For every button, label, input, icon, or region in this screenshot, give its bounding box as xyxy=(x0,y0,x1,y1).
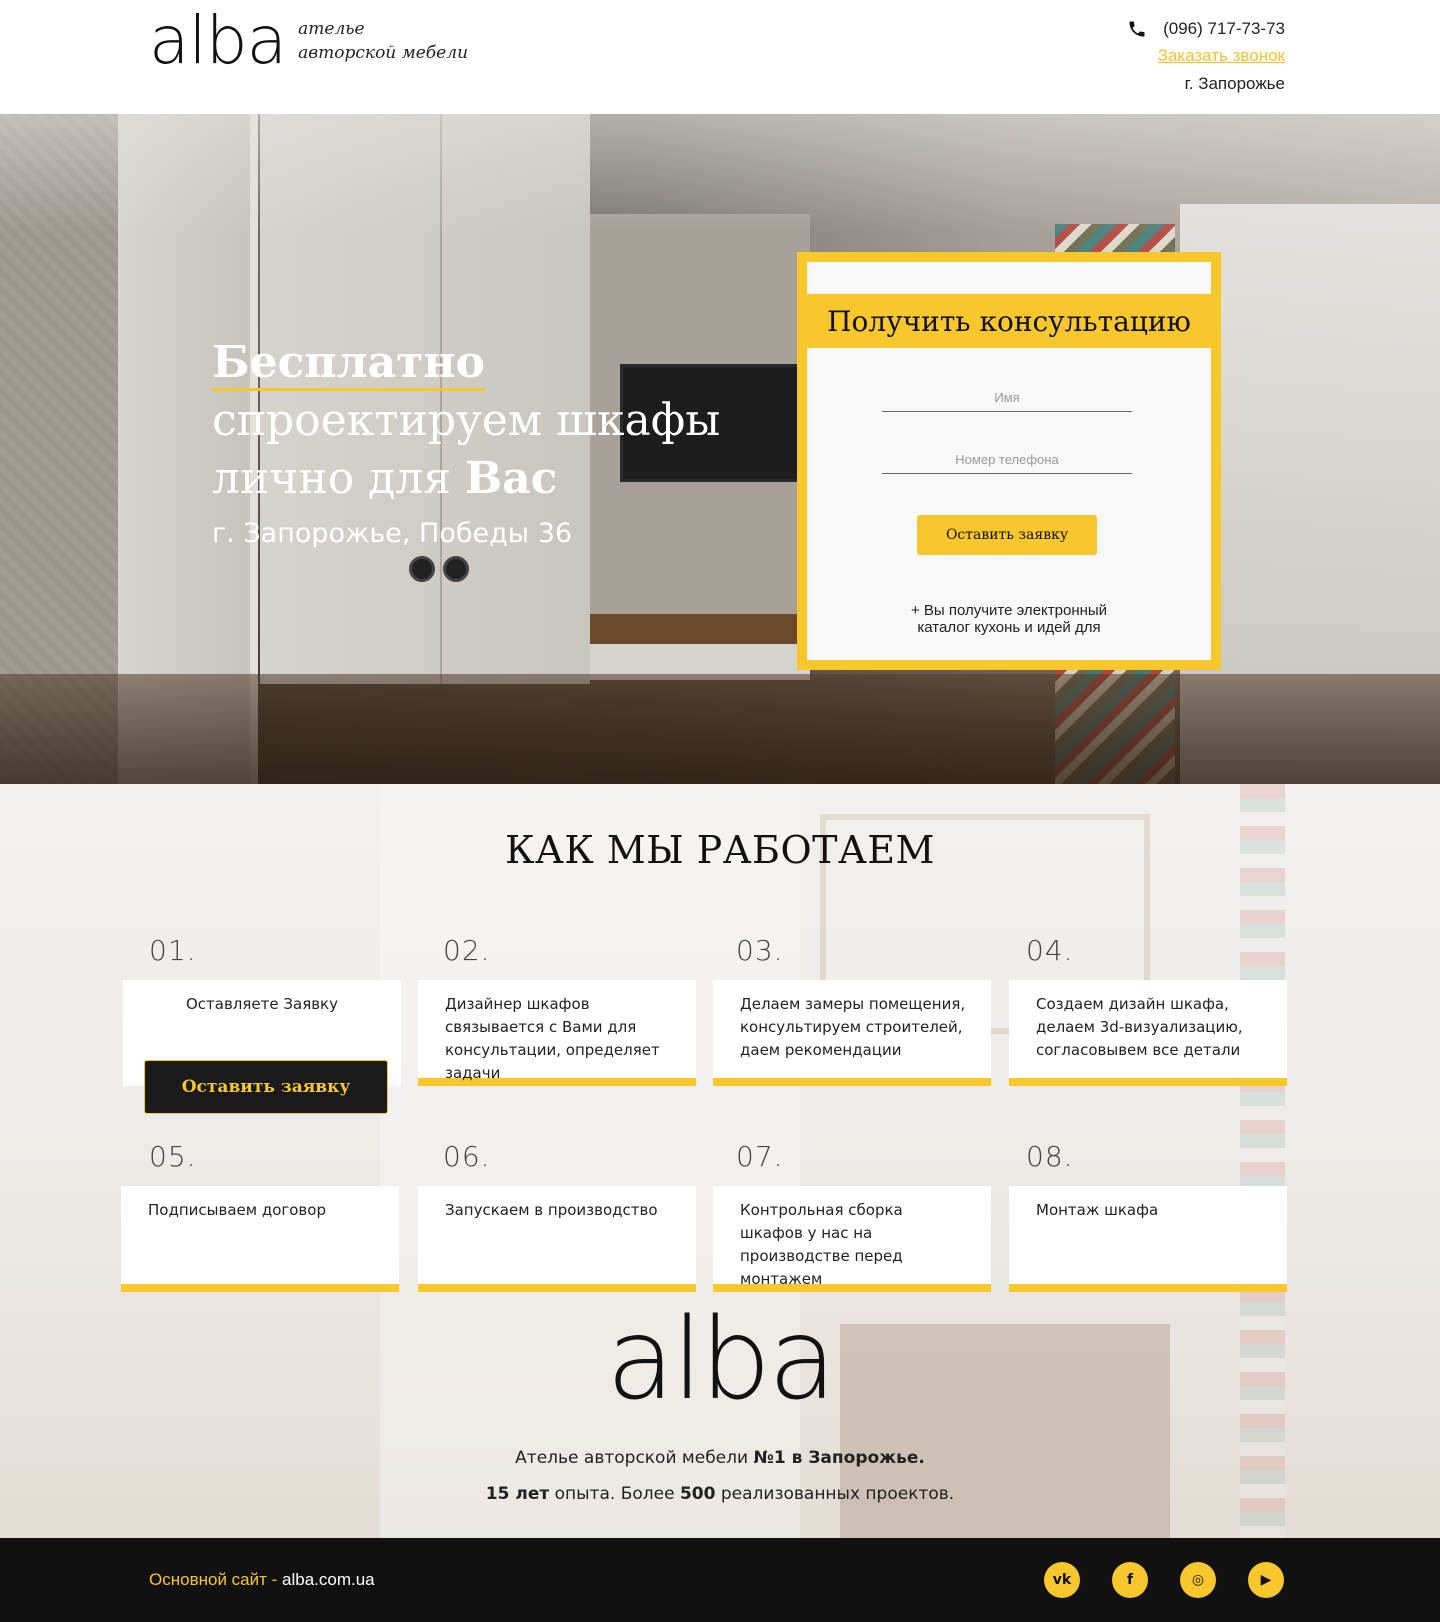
header-contacts: (096) 717-73-73 Заказать звонок г. Запор… xyxy=(1127,16,1285,94)
leave-request-button[interactable]: Оставить заявку xyxy=(144,1060,388,1114)
about-line-1-bold: №1 в Запорожье. xyxy=(753,1448,925,1468)
phone-input[interactable]: Номер телефона xyxy=(882,446,1132,474)
hero-photo-floor xyxy=(0,674,1440,784)
about-line-1: Ателье авторской мебели №1 в Запорожье. xyxy=(0,1448,1440,1468)
step-card: Создаем дизайн шкафа, делаем 3d-визуализ… xyxy=(1009,980,1287,1086)
hero-headline: Бесплатно спроектируем шкафы лично для В… xyxy=(212,334,720,549)
hero-photo-knob xyxy=(443,556,469,582)
step-text: Делаем замеры помещения, консультируем с… xyxy=(740,995,966,1059)
logo-wordmark: alba xyxy=(149,2,287,79)
form-title: Получить консультацию xyxy=(807,294,1211,348)
step-text: Запускаем в производство xyxy=(445,1201,658,1219)
about-line-2: 15 лет опыта. Более 500 реализованных пр… xyxy=(0,1484,1440,1504)
header-city: г. Запорожье xyxy=(1184,74,1285,93)
form-note: + Вы получите электронный каталог кухонь… xyxy=(807,602,1211,636)
about-line-2-mid: опыта. Более xyxy=(549,1484,680,1504)
hero-section: Бесплатно спроектируем шкафы лично для В… xyxy=(0,114,1440,784)
phone-icon xyxy=(1129,21,1145,37)
step-text: Монтаж шкафа xyxy=(1036,1201,1159,1219)
hero-photo-ceiling xyxy=(0,114,1440,234)
step-number: 05. xyxy=(149,1140,197,1173)
consultation-form: Получить консультацию Имя Номер телефона… xyxy=(797,252,1221,670)
form-note-line1: + Вы получите электронный xyxy=(910,602,1108,619)
step-card: Запускаем в производство xyxy=(418,1186,696,1292)
hero-line-2: спроектируем шкафы xyxy=(212,395,721,446)
logo-tagline-line2: авторской мебели xyxy=(298,43,469,63)
vk-icon[interactable]: vk xyxy=(1044,1562,1080,1598)
step-number: 06. xyxy=(443,1140,491,1173)
hero-line-3: лично для Вас xyxy=(212,450,720,508)
step-number: 03. xyxy=(736,934,784,967)
section-title: КАК МЫ РАБОТАЕМ xyxy=(505,828,935,872)
step-card: Подписываем договор xyxy=(121,1186,399,1292)
hero-photo-knob xyxy=(409,556,435,582)
youtube-icon[interactable]: ▶ xyxy=(1248,1562,1284,1598)
step-text: Подписываем договор xyxy=(148,1201,326,1219)
step-text: Дизайнер шкафов связывается с Вами для к… xyxy=(445,995,660,1082)
hero-address: г. Запорожье, Победы 36 xyxy=(212,518,573,549)
step-number: 08. xyxy=(1026,1140,1074,1173)
footer-main-site: Основной сайт - alba.com.ua xyxy=(149,1570,375,1590)
step-number: 01. xyxy=(149,934,197,967)
step-card: Монтаж шкафа xyxy=(1009,1186,1287,1292)
instagram-icon[interactable]: ◎ xyxy=(1180,1562,1216,1598)
form-note-line2: каталог кухонь и идей для xyxy=(917,619,1101,636)
phone-row[interactable]: (096) 717-73-73 xyxy=(1127,16,1285,42)
step-number: 07. xyxy=(736,1140,784,1173)
step-text: Контрольная сборка шкафов у нас на произ… xyxy=(740,1201,903,1288)
step-number: 04. xyxy=(1026,934,1074,967)
step-text: Создаем дизайн шкафа, делаем 3d-визуализ… xyxy=(1036,995,1243,1059)
step-card: Контрольная сборка шкафов у нас на произ… xyxy=(713,1186,991,1292)
hero-photo-desk xyxy=(590,614,810,644)
logo[interactable]: alba ателье авторской мебели xyxy=(149,8,468,74)
about-line-2-suffix: реализованных проектов. xyxy=(715,1484,955,1504)
step-card: Дизайнер шкафов связывается с Вами для к… xyxy=(418,980,696,1086)
site-footer: Основной сайт - alba.com.ua vk f ◎ ▶ xyxy=(0,1538,1440,1622)
facebook-icon[interactable]: f xyxy=(1112,1562,1148,1598)
hero-line-3-bold: Вас xyxy=(464,453,558,504)
logo-tagline-line1: ателье xyxy=(298,19,365,39)
about-line-1-text: Ателье авторской мебели xyxy=(515,1448,754,1468)
about-projects: 500 xyxy=(679,1484,716,1504)
footer-site-link[interactable]: alba.com.ua xyxy=(282,1570,375,1589)
footer-site-label: Основной сайт - xyxy=(149,1570,283,1589)
step-number: 02. xyxy=(443,934,491,967)
callback-link[interactable]: Заказать звонок xyxy=(1127,46,1285,66)
how-we-work-section: КАК МЫ РАБОТАЕМ 01. Оставляете Заявку Ос… xyxy=(0,784,1440,1538)
social-links: vk f ◎ ▶ xyxy=(1044,1562,1284,1598)
hero-line-1: Бесплатно xyxy=(212,338,485,391)
step-text: Оставляете Заявку xyxy=(185,995,338,1013)
hero-line-3-prefix: лично для xyxy=(212,453,465,504)
site-header: alba ателье авторской мебели (096) 717-7… xyxy=(0,0,1440,114)
phone-number: (096) 717-73-73 xyxy=(1163,19,1285,38)
step-card: Делаем замеры помещения, консультируем с… xyxy=(713,980,991,1086)
about-years: 15 лет xyxy=(485,1484,550,1504)
logo-tagline: ателье авторской мебели xyxy=(298,17,468,65)
submit-request-button[interactable]: Оставить заявку xyxy=(917,515,1097,555)
about-logo: alba xyxy=(606,1295,836,1425)
name-input[interactable]: Имя xyxy=(882,384,1132,412)
